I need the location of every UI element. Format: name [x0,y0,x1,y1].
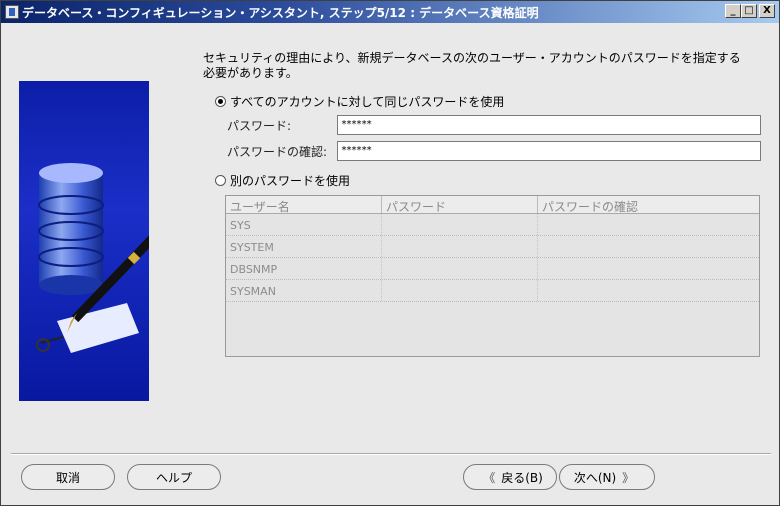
cell-password [382,236,538,257]
cell-confirm [538,214,759,235]
cell-confirm [538,236,759,257]
intro-text: セキュリティの理由により、新規データベースの次のユーザー・アカウントのパスワード… [203,51,773,81]
app-icon [5,5,19,19]
cell-username: SYSMAN [226,280,382,301]
cell-username: DBSNMP [226,258,382,279]
table-row: SYSTEM [226,236,759,258]
table-row: SYS [226,214,759,236]
back-label: 戻る(B) [501,470,543,485]
intro-line-1: セキュリティの理由により、新規データベースの次のユーザー・アカウントのパスワード… [203,51,741,65]
close-button[interactable]: X [759,4,775,18]
same-password-option[interactable]: すべてのアカウントに対して同じパスワードを使用 [215,93,504,110]
database-pen-icon [36,163,173,353]
next-label: 次へ(N) [573,470,617,485]
back-button[interactable]: 《 戻る(B) [463,464,557,490]
window-title: データベース・コンフィギュレーション・アシスタント, ステップ5/12 : デー… [22,5,539,20]
maximize-button[interactable]: □ [741,4,757,18]
table-row: SYSMAN [226,280,759,302]
different-password-label: 別のパスワードを使用 [230,174,351,188]
password-label: パスワード: [227,119,292,133]
cancel-label: 取消 [55,470,80,485]
window-controls: _ □ X [725,4,775,18]
help-label: ヘルプ [155,470,192,485]
confirm-password-label: パスワードの確認: [227,145,328,159]
dbca-window: データベース・コンフィギュレーション・アシスタント, ステップ5/12 : デー… [0,0,780,506]
cell-password [382,214,538,235]
header-password: パスワード [382,196,538,214]
cell-confirm [538,280,759,301]
chevron-right-icon: 》 [622,470,635,485]
same-password-label: すべてのアカウントに対して同じパスワードを使用 [230,95,505,109]
header-username: ユーザー名 [226,196,382,214]
minimize-button[interactable]: _ [725,4,741,18]
chevron-left-icon: 《 [483,470,496,485]
cancel-button[interactable]: 取消 [21,464,115,490]
intro-line-2: 必要があります。 [203,66,298,80]
cell-password [382,258,538,279]
confirm-password-field[interactable]: ****** [337,141,761,161]
table-row: DBSNMP [226,258,759,280]
table-header: ユーザー名 パスワード パスワードの確認 [226,196,759,214]
password-field[interactable]: ****** [337,115,761,135]
different-password-radio[interactable] [215,175,226,186]
title-bar: データベース・コンフィギュレーション・アシスタント, ステップ5/12 : デー… [1,1,779,23]
header-confirm: パスワードの確認 [538,196,759,214]
next-button[interactable]: 次へ(N) 》 [559,464,655,490]
cell-password [382,280,538,301]
cell-username: SYS [226,214,382,235]
footer-divider [11,453,771,455]
cell-username: SYSTEM [226,236,382,257]
same-password-radio[interactable] [215,96,226,107]
database-pen-illustration [19,81,173,401]
cell-confirm [538,258,759,279]
user-password-table: ユーザー名 パスワード パスワードの確認 SYS SYSTEM DBSNMP S… [225,195,760,357]
different-password-option[interactable]: 別のパスワードを使用 [215,172,350,189]
help-button[interactable]: ヘルプ [127,464,221,490]
